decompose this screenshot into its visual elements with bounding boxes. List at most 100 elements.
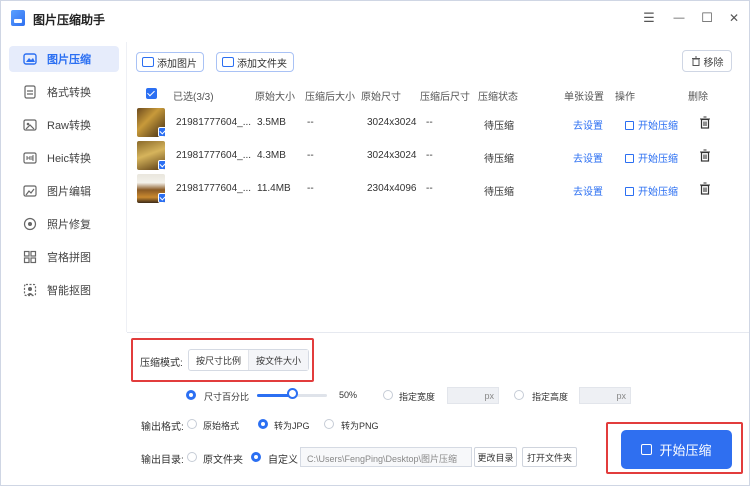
mode-option-by-ratio[interactable]: 按尺寸比例 [189,350,248,370]
format-png-label: 转为PNG [341,421,379,431]
mode-segmented-control[interactable]: 按尺寸比例 按文件大小 [188,349,309,371]
delete-row-icon[interactable] [699,182,711,195]
compressed-dims: -- [426,183,433,194]
sidebar-item-smart-cutout[interactable]: 智能抠图 [9,277,119,303]
row-checkbox[interactable] [158,193,165,203]
row-start-compress-button[interactable]: 开始压缩 [625,117,678,132]
dir-custom-label: 自定义 [268,455,298,466]
width-radio[interactable] [383,390,393,400]
status-text: 待压缩 [484,187,514,198]
mode-option-by-filesize[interactable]: 按文件大小 [248,350,308,370]
compressed-dims: -- [426,117,433,128]
compressed-size: -- [307,183,314,194]
app-title: 图片压缩助手 [33,13,106,27]
start-compress-button[interactable]: 开始压缩 [621,430,732,469]
maximize-button[interactable]: ☐ [697,9,717,27]
width-input[interactable]: px [447,387,499,404]
remove-button[interactable]: 移除 [682,50,732,72]
size-percent-label: 尺寸百分比 [204,392,250,402]
delete-row-icon[interactable] [699,116,711,129]
original-size: 4.3MB [257,150,286,161]
sidebar-item-image-edit[interactable]: 图片编辑 [9,178,119,204]
sidebar-item-grid-collage[interactable]: 宫格拼图 [9,244,119,270]
format-jpg-radio[interactable] [258,419,268,429]
trash-icon [691,56,700,66]
format-png-radio[interactable] [324,419,334,429]
table-header: 已选(3/3) 原始大小 压缩后大小 原始尺寸 压缩后尺寸 压缩状态 单张设置 … [137,84,737,104]
delete-row-icon[interactable] [699,149,711,162]
original-size: 11.4MB [257,183,291,194]
height-radio[interactable] [514,390,524,400]
mode-label: 压缩模式: [140,358,183,369]
sidebar-item-format-convert[interactable]: 格式转换 [9,79,119,105]
start-compress-label: 开始压缩 [659,443,712,458]
grid-collage-icon [23,250,37,264]
sidebar-item-label: Raw转换 [47,120,92,132]
row-setting-link[interactable]: 去设置 [573,183,603,198]
header-original-size: 原始大小 [255,92,295,103]
format-label: 输出格式: [141,422,184,433]
menu-icon[interactable]: ☰ [639,9,659,27]
file-thumbnail [137,174,165,203]
sidebar-item-raw-convert[interactable]: Raw转换 [9,112,119,138]
status-text: 待压缩 [484,121,514,132]
sidebar: 图片压缩 格式转换 Raw转换 Heic转换 图片编辑 照片修复 宫格拼图 智能… [1,41,125,485]
image-compress-icon [23,52,37,66]
header-original-dims: 原始尺寸 [361,92,401,103]
output-path-field[interactable]: C:\Users\FengPing\Desktop\图片压缩 [300,447,472,467]
remove-label: 移除 [703,57,724,69]
row-start-compress-button[interactable]: 开始压缩 [625,150,678,165]
dir-original-radio[interactable] [187,452,197,462]
file-name: 21981777604_... [176,117,252,128]
header-single-setting: 单张设置 [564,92,604,103]
row-start-compress-label: 开始压缩 [638,154,678,165]
table-row[interactable]: 21981777604_... 3.5MB -- 3024x3024 -- 待压… [137,108,737,138]
file-name: 21981777604_... [176,183,252,194]
header-operation: 操作 [615,92,635,103]
title-bar: 图片压缩助手 ☰ — ☐ ✕ [1,1,749,35]
sidebar-item-photo-repair[interactable]: 照片修复 [9,211,119,237]
sidebar-item-label: 图片压缩 [47,54,91,66]
format-convert-icon [23,85,37,99]
sidebar-item-label: Heic转换 [47,153,92,165]
sidebar-item-label: 图片编辑 [47,186,91,198]
sidebar-item-image-compress[interactable]: 图片压缩 [9,46,119,72]
row-checkbox[interactable] [158,127,165,137]
height-input[interactable]: px [579,387,631,404]
row-setting-link[interactable]: 去设置 [573,117,603,132]
row-setting-link[interactable]: 去设置 [573,150,603,165]
compress-icon [625,187,634,196]
original-size: 3.5MB [257,117,286,128]
app-logo-icon [11,10,25,26]
size-percent-value: 50% [339,390,358,400]
dir-custom-radio[interactable] [251,452,261,462]
close-button[interactable]: ✕ [724,9,744,27]
app-window: 图片压缩助手 ☰ — ☐ ✕ 图片压缩 格式转换 Raw转换 Heic转换 图片… [0,0,750,486]
file-name: 21981777604_... [176,150,252,161]
add-folder-button[interactable]: 添加文件夹 [216,52,294,72]
change-dir-button[interactable]: 更改目录 [474,447,517,467]
row-start-compress-label: 开始压缩 [638,121,678,132]
row-checkbox[interactable] [158,160,165,170]
original-dims: 2304x4096 [367,183,417,194]
heic-convert-icon [23,151,37,165]
add-image-button[interactable]: 添加图片 [136,52,204,72]
format-original-radio[interactable] [187,419,197,429]
size-percent-radio[interactable] [186,390,196,400]
minimize-button[interactable]: — [669,9,689,27]
table-row[interactable]: 21981777604_... 11.4MB -- 2304x4096 -- 待… [137,174,737,204]
add-image-icon [142,57,154,67]
sidebar-item-label: 格式转换 [47,87,91,99]
select-all-checkbox[interactable] [146,88,157,99]
photo-repair-icon [23,217,37,231]
row-start-compress-button[interactable]: 开始压缩 [625,183,678,198]
open-folder-button[interactable]: 打开文件夹 [522,447,577,467]
header-status: 压缩状态 [478,92,518,103]
table-row[interactable]: 21981777604_... 4.3MB -- 3024x3024 -- 待压… [137,141,737,171]
slider-handle[interactable] [287,388,298,399]
header-compressed-size: 压缩后大小 [305,92,355,103]
status-text: 待压缩 [484,154,514,165]
raw-convert-icon [23,118,37,132]
sidebar-item-heic-convert[interactable]: Heic转换 [9,145,119,171]
compressed-size: -- [307,150,314,161]
